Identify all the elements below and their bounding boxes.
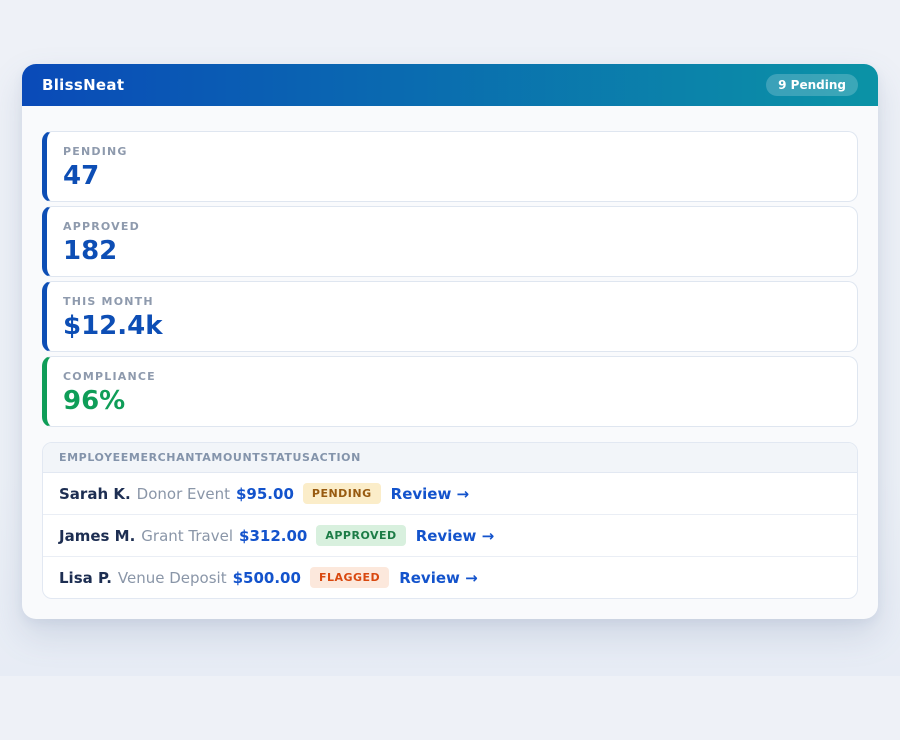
amount-value: $95.00: [236, 485, 294, 503]
pending-count-badge: 9 Pending: [766, 74, 858, 96]
column-header-merchant: MERCHANT: [129, 451, 202, 464]
stat-card-compliance: COMPLIANCE 96%: [42, 356, 858, 427]
employee-name: James M.: [59, 527, 135, 545]
employee-name: Sarah K.: [59, 485, 131, 503]
stat-card-approved: APPROVED 182: [42, 206, 858, 277]
review-link[interactable]: Review →: [391, 485, 469, 503]
table-row: Lisa P. Venue Deposit $500.00 FLAGGED Re…: [43, 557, 857, 598]
amount-value: $500.00: [233, 569, 301, 587]
expense-table: EMPLOYEEMERCHANTAMOUNTSTATUSACTION Sarah…: [42, 442, 858, 599]
employee-name: Lisa P.: [59, 569, 112, 587]
column-header-action: ACTION: [311, 451, 361, 464]
stat-card-this-month: THIS MONTH $12.4k: [42, 281, 858, 352]
merchant-name: Venue Deposit: [118, 569, 227, 587]
merchant-name: Donor Event: [137, 485, 230, 503]
stat-label: COMPLIANCE: [63, 370, 841, 383]
stat-label: THIS MONTH: [63, 295, 841, 308]
stat-card-pending: PENDING 47: [42, 131, 858, 202]
table-row: Sarah K. Donor Event $95.00 PENDING Revi…: [43, 473, 857, 515]
status-badge: PENDING: [303, 483, 381, 504]
status-badge: APPROVED: [316, 525, 405, 546]
stat-label: PENDING: [63, 145, 841, 158]
dashboard-card: BlissNeat 9 Pending PENDING 47 APPROVED …: [22, 64, 878, 619]
card-header: BlissNeat 9 Pending: [22, 64, 878, 106]
column-header-status: STATUS: [260, 451, 310, 464]
table-row: James M. Grant Travel $312.00 APPROVED R…: [43, 515, 857, 557]
stat-value: 182: [63, 238, 841, 265]
merchant-name: Grant Travel: [141, 527, 233, 545]
amount-value: $312.00: [239, 527, 307, 545]
status-badge: FLAGGED: [310, 567, 389, 588]
table-header-row: EMPLOYEEMERCHANTAMOUNTSTATUSACTION: [43, 443, 857, 473]
app-title: BlissNeat: [42, 76, 124, 94]
review-link[interactable]: Review →: [399, 569, 477, 587]
stat-value: 47: [63, 163, 841, 190]
column-header-amount: AMOUNT: [202, 451, 260, 464]
card-body: PENDING 47 APPROVED 182 THIS MONTH $12.4…: [22, 106, 878, 619]
column-header-employee: EMPLOYEE: [59, 451, 129, 464]
stat-value: $12.4k: [63, 313, 841, 340]
review-link[interactable]: Review →: [416, 527, 494, 545]
stat-value: 96%: [63, 388, 841, 415]
stat-label: APPROVED: [63, 220, 841, 233]
